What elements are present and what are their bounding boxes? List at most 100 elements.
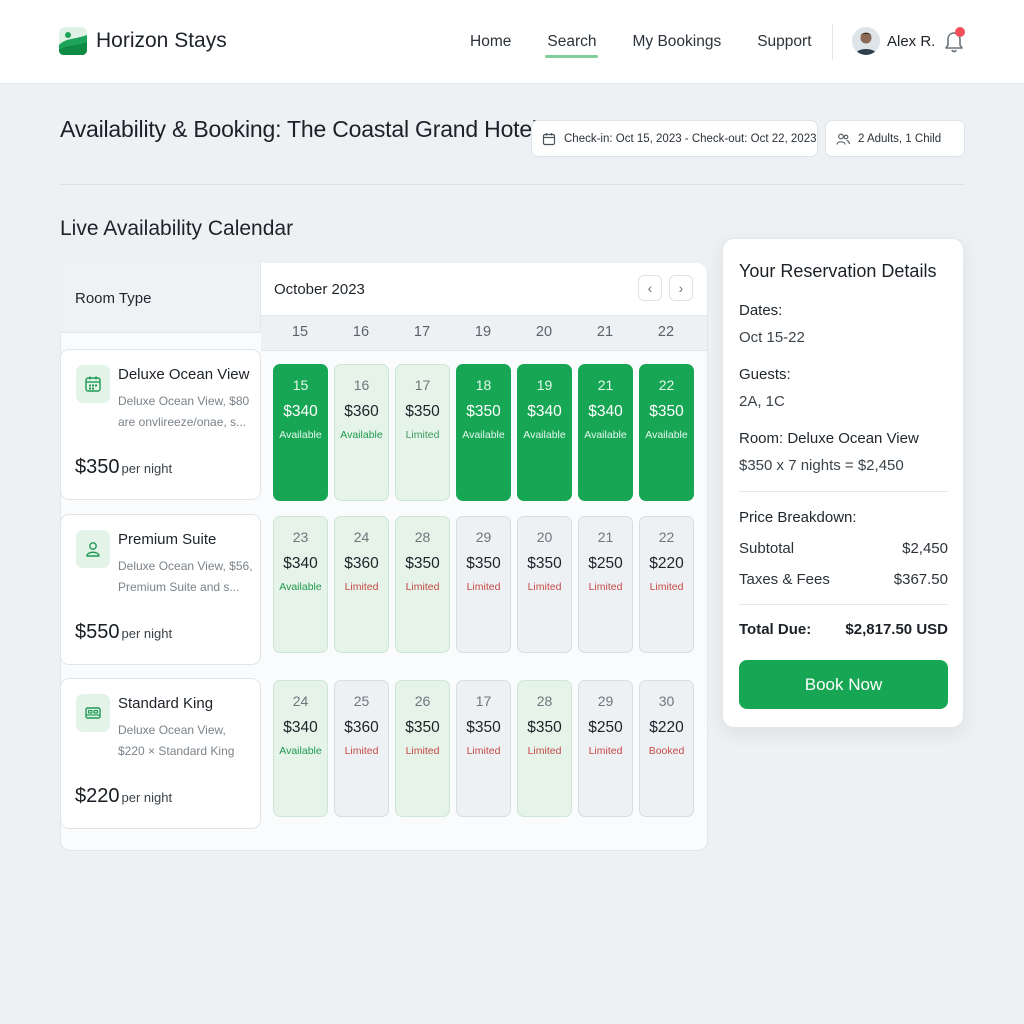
room-name: Premium Suite — [118, 531, 217, 548]
user-menu[interactable]: Alex R. — [852, 27, 935, 55]
avatar — [852, 27, 880, 55]
room-type-header: Room Type — [60, 263, 261, 333]
dates-value: Oct 15-22 — [739, 329, 805, 346]
day-cell-price: $340 — [283, 719, 318, 736]
day-cell-status: Available — [279, 581, 322, 593]
day-cell-date: 21 — [597, 529, 614, 545]
day-cell[interactable]: 26 $350 Limited — [395, 680, 450, 817]
day-cell[interactable]: 17 $350 Limited — [395, 364, 450, 501]
day-cell-status: Available — [523, 429, 566, 441]
day-cell[interactable]: 18 $350 Available — [456, 364, 511, 501]
calendar-icon — [542, 132, 556, 145]
top-nav-bar: Horizon Stays Home Search My Bookings Su… — [0, 0, 1024, 84]
day-cell[interactable]: 21 $340 Available — [578, 364, 633, 501]
day-cell-price: $250 — [588, 719, 623, 736]
dates-label: Dates: — [739, 302, 783, 319]
day-cell-date: 28 — [414, 529, 431, 545]
day-header: 17 — [413, 324, 431, 340]
guests-value: 2A, 1C — [739, 393, 785, 410]
day-cell-status: Limited — [588, 581, 623, 593]
nav-home[interactable]: Home — [470, 0, 511, 84]
day-cell-price: $350 — [405, 403, 440, 420]
prev-month-button[interactable]: ‹ — [638, 275, 662, 301]
day-cell[interactable]: 23 $340 Available — [273, 516, 328, 653]
day-cell[interactable]: 16 $360 Available — [334, 364, 389, 501]
brand[interactable]: Horizon Stays — [58, 26, 227, 56]
day-cell-date: 23 — [292, 529, 309, 545]
guests-text: 2 Adults, 1 Child — [858, 132, 942, 145]
day-cell-date: 24 — [353, 529, 370, 545]
day-cell-price: $350 — [405, 555, 440, 572]
day-cell-date: 19 — [536, 377, 553, 393]
day-cell-date: 24 — [292, 693, 309, 709]
day-cell[interactable]: 15 $340 Available — [273, 364, 328, 501]
guests-picker[interactable]: 2 Adults, 1 Child — [825, 120, 965, 157]
room-name: Deluxe Ocean View — [118, 366, 250, 383]
day-cell[interactable]: 20 $350 Limited — [517, 516, 572, 653]
day-cell-status: Limited — [466, 745, 501, 757]
day-cell[interactable]: 21 $250 Limited — [578, 516, 633, 653]
room-calculation: $350 x 7 nights = $2,450 — [739, 457, 904, 474]
guests-label: Guests: — [739, 366, 791, 383]
section-divider — [60, 184, 965, 185]
room-card-premium-suite[interactable]: Premium Suite Deluxe Ocean View, $56, Pr… — [60, 514, 261, 665]
reservation-details-panel: Your Reservation Details Dates: Oct 15-2… — [722, 238, 964, 728]
day-cell[interactable]: 22 $350 Available — [639, 364, 694, 501]
day-cell-price: $350 — [405, 719, 440, 736]
day-cell[interactable]: 29 $250 Limited — [578, 680, 633, 817]
breakdown-label: Price Breakdown: — [739, 509, 857, 526]
date-range-picker[interactable]: Check-in: Oct 15, 2023 - Check-out: Oct … — [531, 120, 818, 157]
day-cell-status: Available — [279, 429, 322, 441]
total-label: Total Due: — [739, 621, 812, 638]
day-cell-date: 30 — [658, 693, 675, 709]
day-cell-date: 22 — [658, 529, 675, 545]
day-cell[interactable]: 24 $340 Available — [273, 680, 328, 817]
day-cell-price: $340 — [527, 403, 562, 420]
day-cell[interactable]: 17 $350 Limited — [456, 680, 511, 817]
day-cell-price: $350 — [466, 403, 501, 420]
day-cell[interactable]: 28 $350 Limited — [517, 680, 572, 817]
day-cell[interactable]: 30 $220 Booked — [639, 680, 694, 817]
day-cell-price: $340 — [283, 403, 318, 420]
day-cell[interactable]: 25 $360 Limited — [334, 680, 389, 817]
day-cell-status: Available — [279, 745, 322, 757]
day-cell-price: $250 — [588, 555, 623, 572]
room-description: Deluxe Ocean View, $80 are onvlireeze/on… — [118, 394, 250, 429]
day-cell-status: Limited — [527, 745, 562, 757]
room-card-standard-king[interactable]: Standard King Deluxe Ocean View, $220 × … — [60, 678, 261, 829]
nav-my-bookings[interactable]: My Bookings — [632, 0, 721, 84]
day-cell-price: $360 — [344, 403, 379, 420]
day-cell[interactable]: 24 $360 Limited — [334, 516, 389, 653]
nav-support[interactable]: Support — [757, 0, 811, 84]
day-cell-date: 20 — [536, 529, 553, 545]
book-now-button[interactable]: Book Now — [739, 660, 948, 709]
day-cell-status: Available — [645, 429, 688, 441]
next-month-button[interactable]: › — [669, 275, 693, 301]
calendar-section-title: Live Availability Calendar — [60, 217, 294, 240]
main-nav: Home Search My Bookings Support — [470, 0, 848, 84]
day-cell[interactable]: 28 $350 Limited — [395, 516, 450, 653]
day-cell[interactable]: 22 $220 Limited — [639, 516, 694, 653]
day-cell-status: Limited — [527, 581, 562, 593]
day-cell[interactable]: 19 $340 Available — [517, 364, 572, 501]
day-cell[interactable]: 29 $350 Limited — [456, 516, 511, 653]
room-description: Deluxe Ocean View, $56, Premium Suite an… — [118, 559, 253, 594]
day-cell-date: 26 — [414, 693, 431, 709]
taxes-row: Taxes & Fees $367.50 — [739, 571, 948, 588]
day-cell-date: 29 — [475, 529, 492, 545]
day-cell-price: $220 — [649, 719, 684, 736]
guests-icon — [836, 133, 850, 145]
day-header: 15 — [291, 324, 309, 340]
day-cell-price: $220 — [649, 555, 684, 572]
day-header: 20 — [535, 324, 553, 340]
day-cell-date: 21 — [597, 377, 614, 393]
day-header: 21 — [596, 324, 614, 340]
nav-search[interactable]: Search — [545, 0, 599, 84]
taxes-label: Taxes & Fees — [739, 571, 830, 588]
day-cell-date: 22 — [658, 377, 675, 393]
day-cell-price: $340 — [588, 403, 623, 420]
room-price: $550 per night — [75, 621, 173, 643]
room-card-deluxe-ocean-view[interactable]: Deluxe Ocean View Deluxe Ocean View, $80… — [60, 349, 261, 500]
subtotal-label: Subtotal — [739, 540, 795, 557]
date-range-text: Check-in: Oct 15, 2023 - Check-out: Oct … — [564, 132, 817, 145]
